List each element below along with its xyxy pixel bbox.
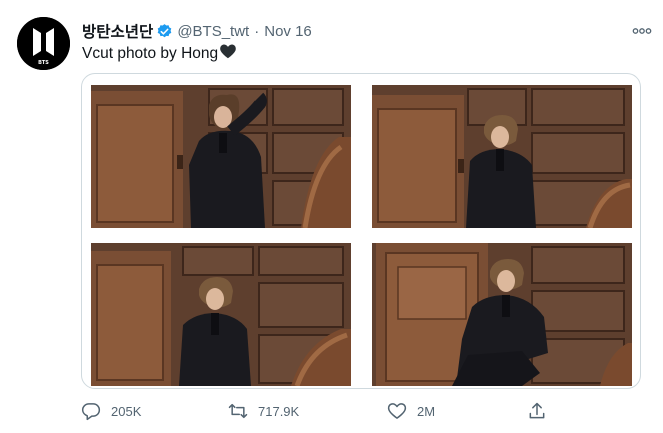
separator-dot: · xyxy=(254,22,260,40)
timestamp[interactable]: Nov 16 xyxy=(264,23,312,40)
verified-badge-icon xyxy=(156,23,173,40)
reply-icon xyxy=(81,401,101,421)
tweet-header: 방탄소년단 @BTS_twt · Nov 16 xyxy=(82,20,653,42)
user-handle[interactable]: @BTS_twt xyxy=(177,23,249,40)
like-button[interactable]: 2M xyxy=(387,398,435,424)
avatar[interactable]: BTS xyxy=(17,17,70,70)
retweet-button[interactable]: 717.9K xyxy=(228,398,299,424)
photo-4[interactable] xyxy=(372,243,632,386)
photo-3[interactable] xyxy=(91,243,351,386)
reply-button[interactable]: 205K xyxy=(81,398,141,424)
reply-count: 205K xyxy=(111,403,142,419)
retweet-icon xyxy=(228,401,248,421)
bts-logo-icon: BTS xyxy=(17,17,70,70)
media-grid[interactable] xyxy=(81,73,641,389)
photo-2[interactable] xyxy=(372,85,632,228)
avatar-logo-text: BTS xyxy=(38,60,49,66)
display-name[interactable]: 방탄소년단 xyxy=(82,20,153,42)
share-button[interactable] xyxy=(527,398,547,424)
like-icon xyxy=(387,401,407,421)
more-options-icon[interactable] xyxy=(631,20,653,42)
like-count: 2M xyxy=(417,403,436,419)
retweet-count: 717.9K xyxy=(258,403,300,419)
action-bar: 205K 717.9K 2M xyxy=(81,398,561,424)
photo-1[interactable] xyxy=(91,85,351,228)
tweet-text-content: Vcut photo by Hong xyxy=(82,44,219,62)
black-heart-icon xyxy=(219,43,237,64)
tweet-text: Vcut photo by Hong xyxy=(82,43,237,64)
share-icon xyxy=(527,401,547,421)
